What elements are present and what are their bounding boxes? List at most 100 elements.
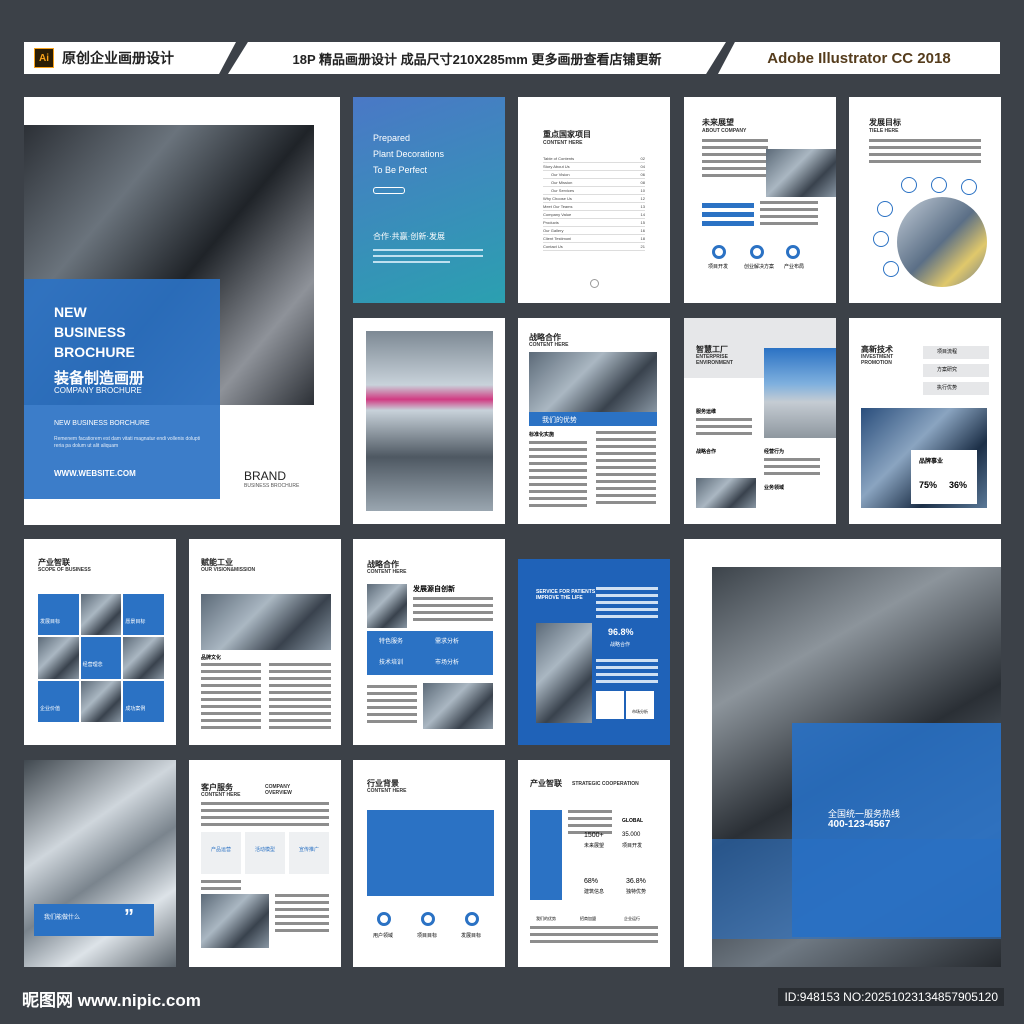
toc-row[interactable]: Our Services 10 xyxy=(543,187,645,195)
page-future[interactable]: 未来展望 ABOUT COMPANY 项目开发 创业解决方案 产业布局 xyxy=(684,97,836,303)
toc-label: Story About Us xyxy=(543,164,570,169)
toc-label: Meet Our Teams xyxy=(543,204,573,209)
cover-page[interactable]: NEW BUSINESS BROCHURE 装备制造画册 COMPANY BRO… xyxy=(24,97,340,525)
page-smart-factory[interactable]: 智慧工厂 ENTERPRISE ENVIRONMENT 服务运维 战略合作 经营… xyxy=(684,318,836,524)
toc-title: 重点国家项目 xyxy=(543,130,591,139)
customer-card-2: 活动模型 xyxy=(245,832,285,874)
cover-title-line: NEW xyxy=(54,304,87,320)
industry-photo xyxy=(38,637,79,679)
toc-page: 04 xyxy=(640,164,645,169)
page-strategy[interactable]: 战略合作 CONTENT HERE 我们的优势 标准化实施 xyxy=(518,318,670,524)
prepared-text: Prepared Plant Decorations To Be Perfect xyxy=(373,130,444,178)
future-lines xyxy=(702,139,768,181)
industry2-l1: 未来展望 xyxy=(584,843,605,849)
toc-page: 08 xyxy=(640,180,645,185)
factory-d: 业务领域 xyxy=(764,485,785,491)
strategy2-b1: 特色服务 xyxy=(379,639,404,645)
ring-icon xyxy=(377,912,391,926)
node-icon xyxy=(877,201,893,217)
toc-sub: CONTENT HERE xyxy=(543,140,583,146)
industry2-side xyxy=(530,810,562,900)
page-customer[interactable]: 客户服务 CONTENT HERE COMPANY OVERVIEW 产品运营 … xyxy=(189,760,341,967)
customer-lines xyxy=(275,894,329,936)
strategy2-b3: 技术培训 xyxy=(379,660,404,666)
empower-lines xyxy=(201,663,261,733)
toc-row[interactable]: Meet Our Teams 13 xyxy=(543,203,645,211)
page-can-do[interactable]: 我们能做什么 ” xyxy=(24,760,176,967)
prepared-pill xyxy=(373,187,405,194)
industry-cell: 经营理念 xyxy=(80,637,122,679)
toc-row[interactable]: Table of Contents 02 xyxy=(543,155,645,163)
factory-lines xyxy=(764,458,820,479)
page-hightech[interactable]: 高新技术 INVESTMENT PROMOTION 项目流程 方案研究 执行优势… xyxy=(849,318,1001,524)
cover-title-line: BUSINESS xyxy=(54,324,126,340)
industry-photo xyxy=(80,680,122,722)
page-strategy2[interactable]: 战略合作 CONTENT HERE 发展源自创新 特色服务 需求分析 技术培训 … xyxy=(353,539,505,745)
can-do-title: 我们能做什么 xyxy=(44,915,81,921)
goal-sub: TIELE HERE xyxy=(869,128,899,134)
strategy-lines xyxy=(529,441,587,511)
industry2-lines xyxy=(530,926,658,947)
prepared-lines xyxy=(373,249,483,267)
toc-row[interactable]: Our Vision 06 xyxy=(543,171,645,179)
toc-page: 13 xyxy=(640,204,645,209)
toc-label: Our Mission xyxy=(551,180,573,185)
industry-grid: 发展目标 愿景目标 经营理念 企业价值 成功案例 xyxy=(38,594,164,722)
toc-label: Why Choose Us xyxy=(543,196,572,201)
toc-row[interactable]: Company Value 14 xyxy=(543,211,645,219)
strategy2-sub: CONTENT HERE xyxy=(367,569,407,575)
toc-row[interactable]: Products 15 xyxy=(543,219,645,227)
future-title: 未来展望 xyxy=(702,118,734,127)
page-goal[interactable]: 发展目标 TIELE HERE xyxy=(849,97,1001,303)
page-background[interactable]: 行业背景 CONTENT HERE 用户领域 项目目标 发展目标 xyxy=(353,760,505,967)
hightech-sub: INVESTMENT PROMOTION xyxy=(861,354,894,366)
factory-a: 服务运维 xyxy=(696,409,717,415)
empower-photo xyxy=(201,594,331,650)
ring-icon xyxy=(786,245,800,259)
prepared-cn: 合作·共赢·创新·发展 xyxy=(373,232,445,241)
toc-page: 06 xyxy=(640,172,645,177)
toc-page: 21 xyxy=(640,244,645,249)
toc-row[interactable]: Contact Us 21 xyxy=(543,243,645,251)
strategy-lines xyxy=(596,431,656,508)
cover-brand: BRAND xyxy=(244,469,287,483)
toc-row[interactable]: Why Choose Us 12 xyxy=(543,195,645,203)
toc-row[interactable]: Our Mission 08 xyxy=(543,179,645,187)
page-service[interactable]: SERVICE FOR PATIENTS IMPROVE THE LIFE 96… xyxy=(518,559,670,745)
industry2-b1: 我们的优势 xyxy=(536,916,556,921)
page-industry[interactable]: 产业智联 SCOPE OF BUSINESS 发展目标 愿景目标 经营理念 企业… xyxy=(24,539,176,745)
strategy-photo xyxy=(529,352,657,412)
industry-sub: SCOPE OF BUSINESS xyxy=(38,567,91,573)
industry-cell: 发展目标 xyxy=(38,594,79,636)
service-tag: 市场分析 xyxy=(626,691,654,719)
toc-row[interactable]: Story About Us 04 xyxy=(543,163,645,171)
hightech-item-1: 项目流程 xyxy=(923,346,989,359)
node-icon xyxy=(873,231,889,247)
toc-row[interactable]: Client Testimoni 18 xyxy=(543,235,645,243)
toc-label: Client Testimoni xyxy=(543,236,572,241)
node-icon xyxy=(961,179,977,195)
page-empower[interactable]: 赋能工业 OUR VISION&MISSION 品牌文化 xyxy=(189,539,341,745)
toc-row[interactable]: Our Gallery 16 xyxy=(543,227,645,235)
background-sub: CONTENT HERE xyxy=(367,788,407,794)
page-industry2[interactable]: 产业智联 STRATEGIC COOPERATION 1500+ 未来展望 GL… xyxy=(518,760,670,967)
footer-id: ID:948153 NO:20251023134857905120 xyxy=(778,988,1004,1006)
illustrator-icon: Ai xyxy=(34,48,54,68)
page-machining[interactable] xyxy=(353,318,505,524)
hightech-item-3: 执行优势 xyxy=(923,382,989,395)
industry2-v4: 36.8% xyxy=(626,878,646,885)
factory-sub: ENTERPRISE ENVIRONMENT xyxy=(696,354,733,366)
page-prepared[interactable]: Prepared Plant Decorations To Be Perfect… xyxy=(353,97,505,303)
page-toc[interactable]: 重点国家项目 CONTENT HERE Table of Contents 02 S… xyxy=(518,97,670,303)
strategy-label: 标准化实施 xyxy=(529,432,555,438)
footer-logo[interactable]: 昵图网 www.nipic.com xyxy=(22,986,201,1011)
toc-label: Our Gallery xyxy=(543,228,564,233)
service-stat: 96.8% xyxy=(608,627,634,637)
prepared-line: Prepared xyxy=(373,133,411,143)
cover-en-subtitle: COMPANY BROCHURE xyxy=(54,386,142,395)
future-r3: 产业布局 xyxy=(784,264,805,270)
back-cover[interactable]: 全国统一服务热线 400-123-4567 xyxy=(684,539,1001,967)
back-blue-band xyxy=(712,839,1001,939)
service-photo xyxy=(536,623,592,723)
background-r2: 项目目标 xyxy=(417,933,438,939)
